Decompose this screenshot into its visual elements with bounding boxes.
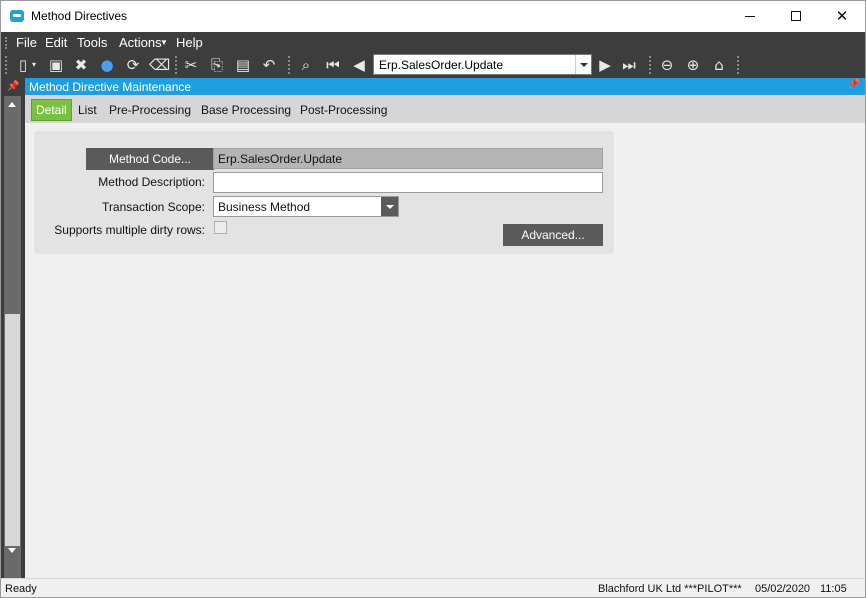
back-icon[interactable]: ⊖ (657, 56, 677, 74)
forward-icon[interactable]: ⊕ (683, 56, 703, 74)
tab-list[interactable]: List (74, 99, 101, 121)
vertical-scrollbar[interactable] (4, 96, 21, 578)
first-record-icon[interactable]: ⏮ (323, 56, 343, 74)
new-dropdown-icon[interactable]: ▾ (29, 56, 39, 74)
status-state: Ready (5, 583, 37, 595)
menu-file[interactable]: File (16, 35, 37, 50)
home-icon[interactable]: ⌂ (709, 56, 729, 74)
tab-bar: Detail List Pre-Processing Base Processi… (25, 95, 865, 123)
delete-icon[interactable]: ✖ (71, 56, 91, 74)
refresh-icon[interactable]: ⟳ (123, 56, 143, 74)
transaction-scope-value: Business Method (218, 200, 311, 214)
toolbar-separator (288, 56, 290, 74)
toolbar-separator (175, 56, 177, 74)
menu-actions[interactable]: Actions (119, 35, 162, 50)
app-icon (10, 10, 24, 22)
supports-dirty-rows-label: Supports multiple dirty rows: (54, 223, 205, 237)
close-icon: ✕ (835, 7, 849, 25)
advanced-button[interactable]: Advanced... (503, 224, 603, 246)
transaction-scope-select[interactable]: Business Method (213, 196, 399, 217)
panel-pin-icon[interactable]: 📌 (848, 79, 860, 90)
panel-header: Method Directive Maintenance 📌 (25, 78, 865, 95)
clear-icon[interactable]: ⌫ (149, 56, 170, 74)
last-record-icon[interactable]: ⏭ (619, 56, 639, 74)
application-window: Method Directives ✕ File Edit Tools Acti… (0, 0, 866, 598)
tab-base-processing[interactable]: Base Processing (197, 99, 295, 121)
window-title: Method Directives (31, 9, 128, 23)
undo-icon[interactable]: ↶ (259, 56, 279, 74)
method-code-field: Erp.SalesOrder.Update (213, 148, 603, 169)
copy-icon[interactable]: ⎘ (207, 56, 227, 74)
actions-dropdown-icon: ▼ (160, 38, 168, 47)
detail-content: Method Code... Erp.SalesOrder.Update Met… (25, 123, 865, 578)
menu-toolbar-area: File Edit Tools Actions ▼ Help ▯ ▾ ▣ ✖ ●… (1, 32, 865, 78)
status-bar: Ready Blachford UK Ltd ***PILOT*** 05/02… (1, 578, 865, 597)
transaction-scope-label: Transaction Scope: (102, 200, 205, 214)
toolbar-separator (649, 56, 651, 74)
menu-edit[interactable]: Edit (45, 35, 67, 50)
search-icon[interactable]: ⌕ (296, 56, 316, 74)
chat-icon[interactable]: ● (97, 56, 117, 74)
previous-record-icon[interactable]: ◀ (349, 56, 369, 74)
menu-tools[interactable]: Tools (77, 35, 107, 50)
status-company: Blachford UK Ltd ***PILOT*** (598, 583, 742, 595)
status-time: 11:05 (820, 583, 847, 595)
tab-pre-processing[interactable]: Pre-Processing (105, 99, 195, 121)
record-combo[interactable]: Erp.SalesOrder.Update (373, 54, 592, 75)
left-dock-strip: 📌 (1, 78, 25, 578)
save-icon[interactable]: ▣ (46, 56, 66, 74)
minimize-button[interactable] (727, 1, 773, 32)
panel-title: Method Directive Maintenance (29, 80, 192, 94)
maximize-button[interactable] (773, 1, 819, 32)
method-description-field[interactable] (213, 172, 603, 193)
chevron-down-icon[interactable] (381, 197, 398, 216)
next-record-icon[interactable]: ▶ (595, 56, 615, 74)
scroll-up-icon[interactable] (4, 96, 21, 113)
pin-icon[interactable]: 📌 (7, 81, 19, 92)
menu-help[interactable]: Help (176, 35, 203, 50)
cut-icon[interactable]: ✂ (181, 56, 201, 74)
tab-post-processing[interactable]: Post-Processing (296, 99, 391, 121)
method-directive-form: Method Code... Erp.SalesOrder.Update Met… (34, 131, 614, 254)
supports-dirty-rows-checkbox[interactable] (214, 221, 227, 234)
tab-detail[interactable]: Detail (31, 99, 72, 121)
chevron-down-icon[interactable] (575, 55, 591, 74)
scroll-thumb[interactable] (5, 314, 20, 546)
maximize-icon (791, 11, 801, 21)
title-bar: Method Directives ✕ (1, 1, 865, 32)
minimize-icon (745, 16, 755, 17)
status-date: 05/02/2020 (755, 583, 811, 595)
method-code-button[interactable]: Method Code... (86, 148, 214, 170)
scroll-down-icon[interactable] (4, 542, 21, 559)
method-code-value: Erp.SalesOrder.Update (218, 152, 343, 166)
close-window-button[interactable]: ✕ (819, 1, 865, 32)
menu-grip (5, 37, 7, 49)
paste-icon[interactable]: ▤ (233, 56, 253, 74)
toolbar-separator (737, 56, 739, 74)
method-description-label: Method Description: (98, 175, 205, 189)
toolbar-grip (5, 56, 7, 74)
record-combo-value: Erp.SalesOrder.Update (379, 58, 504, 72)
